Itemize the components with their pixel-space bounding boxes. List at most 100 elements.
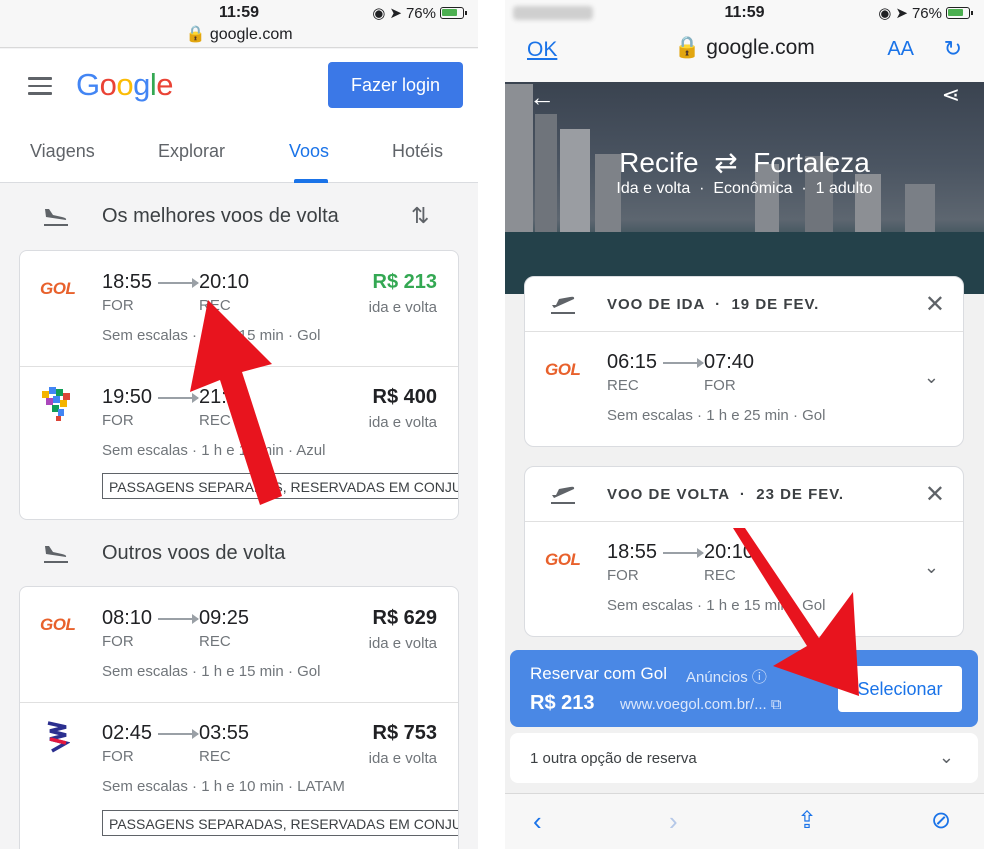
flight-details: Sem escalas · 1 h e 10 min · LATAM <box>102 778 345 795</box>
flight-details: Sem escalas · 1 h e 15 min · Gol <box>102 663 321 680</box>
destination-code: REC <box>199 748 231 765</box>
departure-time: 18:55 <box>102 271 153 293</box>
price-type: ida e volta <box>368 299 437 316</box>
google-header: Google Fazer login Viagens Explorar Voos… <box>0 49 478 183</box>
arrow-icon <box>158 393 199 403</box>
gol-logo: GOL <box>40 615 76 634</box>
booking-url[interactable]: www.voegol.com.br/... ⧉ <box>620 696 782 713</box>
left-screen: 11:59 🔒 google.com ◉ ➤ 76% Google Fazer … <box>0 0 478 849</box>
destination-code: FOR <box>704 377 736 394</box>
menu-icon[interactable] <box>28 77 52 95</box>
flight-price: R$ 753 <box>372 722 438 744</box>
price-type: ida e volta <box>368 635 437 652</box>
share-icon[interactable]: ⇪ <box>797 806 817 835</box>
gol-logo: GOL <box>545 550 581 569</box>
outbound-header: VOO DE IDA · 19 DE FEV. ✕ <box>525 277 963 332</box>
separate-tickets-note: PASSAGENS SEPARADAS, RESERVADAS EM CONJU <box>102 473 458 499</box>
other-flights-card: GOL 08:10 09:25 FOR REC Sem escalas · 1 … <box>19 586 459 849</box>
booking-price: R$ 213 <box>530 692 595 714</box>
other-booking-option[interactable]: 1 outra opção de reserva ⌄ <box>510 733 978 783</box>
origin-code: FOR <box>102 633 134 650</box>
back-arrow-icon[interactable]: ← <box>529 82 555 113</box>
tab-viagens[interactable]: Viagens <box>30 141 95 162</box>
url-label[interactable]: 🔒 google.com <box>0 24 478 44</box>
departure-time: 18:55 <box>607 541 658 563</box>
arrow-icon <box>158 614 199 624</box>
destination-hero: ← ⋖ Recife ⇄ Fortaleza Ida e volta · Eco… <box>505 82 984 294</box>
rotation-lock-icon: ◉ <box>372 5 386 22</box>
share-icon[interactable]: ⋖ <box>942 82 960 108</box>
flight-details: Sem escalas · 1 h e 15 min · Gol <box>607 597 826 614</box>
ads-label[interactable]: Anúncios ⓘ <box>686 666 767 687</box>
arrow-icon <box>663 358 704 368</box>
google-logo[interactable]: Google <box>76 67 174 103</box>
login-button[interactable]: Fazer login <box>328 62 463 108</box>
departure-time: 19:50 <box>102 386 153 408</box>
chevron-down-icon[interactable]: ⌄ <box>924 557 939 578</box>
best-flights-card: GOL 18:55 20:10 FOR REC Sem escalas · 1 … <box>19 250 459 520</box>
flight-row[interactable]: GOL 18:55 20:10 FOR REC Sem escalas · 1 … <box>20 251 458 366</box>
price-type: ida e volta <box>368 750 437 767</box>
status-indicators: ◉ ➤ 76% <box>372 4 467 22</box>
arrow-icon <box>158 278 199 288</box>
location-icon: ➤ <box>389 5 402 22</box>
close-icon[interactable]: ✕ <box>925 290 945 319</box>
active-tab-indicator <box>294 179 328 183</box>
tab-voos[interactable]: Voos <box>289 141 329 162</box>
takeoff-plane-icon <box>551 296 575 314</box>
latam-logo <box>47 721 70 753</box>
best-flights-heading: Os melhores voos de volta <box>102 205 339 227</box>
other-flights-heading: Outros voos de volta <box>102 542 286 564</box>
arrival-time: 03:55 <box>199 722 250 744</box>
flight-row[interactable]: 02:45 03:55 FOR REC Sem escalas · 1 h e … <box>20 703 458 849</box>
tab-explorar[interactable]: Explorar <box>158 141 225 162</box>
battery-icon <box>440 7 467 19</box>
flight-price: R$ 629 <box>372 607 438 629</box>
tab-hoteis[interactable]: Hotéis <box>392 141 443 162</box>
forward-icon[interactable]: › <box>669 806 678 837</box>
flight-row[interactable]: 19:50 21:05 FOR REC Sem escalas · 1 h e … <box>20 367 458 519</box>
departure-time: 08:10 <box>102 607 153 629</box>
outbound-label: VOO DE IDA · 19 DE FEV. <box>607 296 820 313</box>
select-button[interactable]: Selecionar <box>838 666 962 712</box>
takeoff-plane-icon <box>551 486 575 504</box>
origin-code: FOR <box>102 297 134 314</box>
battery-percent: 76% <box>405 4 436 22</box>
landing-plane-icon <box>44 209 68 226</box>
compass-icon[interactable]: ⊘ <box>931 806 951 835</box>
landing-plane-icon <box>44 546 68 563</box>
close-icon[interactable]: ✕ <box>925 480 945 509</box>
arrival-time: 20:10 <box>199 271 250 293</box>
arrow-icon <box>158 729 199 739</box>
back-icon[interactable]: ‹ <box>533 806 542 837</box>
flight-price: R$ 400 <box>372 386 438 408</box>
return-header: VOO DE VOLTA · 23 DE FEV. ✕ <box>525 467 963 522</box>
sort-swap-icon[interactable]: ⇅ <box>411 203 429 229</box>
trip-summary: Ida e volta · Econômica · 1 adulto <box>616 180 873 197</box>
travel-tabs: Viagens Explorar Voos Hotéis <box>0 137 478 183</box>
return-flight-card: VOO DE VOLTA · 23 DE FEV. ✕ GOL 18:55 20… <box>524 466 964 637</box>
destination-code: REC <box>199 633 231 650</box>
booking-title: Reservar com Gol <box>530 664 667 683</box>
safari-header: 11:59 ◉ ➤ 76% OK 🔒 google.com AA ↻ <box>505 0 984 82</box>
gol-logo: GOL <box>40 279 76 298</box>
other-option-label: 1 outra opção de reserva <box>530 750 697 767</box>
text-size-button[interactable]: AA <box>887 38 914 61</box>
route-title: Recife ⇄ Fortaleza <box>619 147 870 178</box>
flight-row[interactable]: GOL 08:10 09:25 FOR REC Sem escalas · 1 … <box>20 587 458 702</box>
reload-icon[interactable]: ↻ <box>944 36 962 62</box>
arrival-time: 21:05 <box>199 386 250 408</box>
battery-percent: 76% <box>911 4 942 22</box>
chevron-down-icon[interactable]: ⌄ <box>939 747 954 768</box>
price-type: ida e volta <box>368 414 437 431</box>
origin-code: FOR <box>102 412 134 429</box>
destination-code: REC <box>199 412 231 429</box>
origin-code: FOR <box>607 567 639 584</box>
departure-time: 02:45 <box>102 722 153 744</box>
right-screen: 11:59 ◉ ➤ 76% OK 🔒 google.com AA ↻ ← ⋖ R… <box>505 0 984 849</box>
departure-time: 06:15 <box>607 351 658 373</box>
return-label: VOO DE VOLTA · 23 DE FEV. <box>607 486 845 503</box>
origin-code: REC <box>607 377 639 394</box>
chevron-down-icon[interactable]: ⌄ <box>924 367 939 388</box>
booking-bar: Reservar com Gol Anúncios ⓘ R$ 213 www.v… <box>510 650 978 727</box>
